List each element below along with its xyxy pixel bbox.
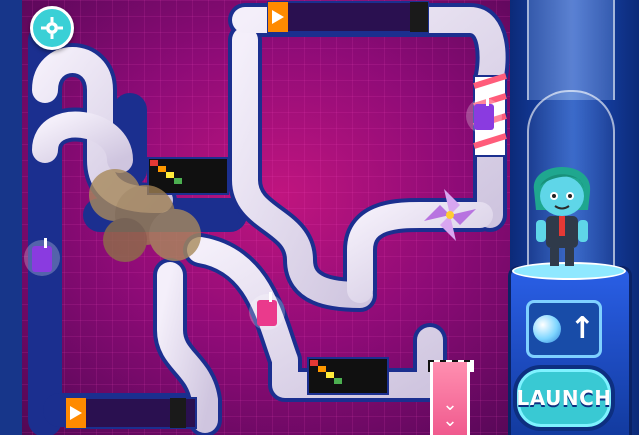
bubble-icon xyxy=(533,315,562,343)
launch-tube-top xyxy=(527,0,615,100)
color-ladder-top xyxy=(147,157,229,195)
character-avatar xyxy=(533,167,591,266)
hazard-stripe-bottom xyxy=(170,398,186,428)
launch-label: LAUNCH xyxy=(516,386,612,410)
game-stage: ↑ LAUNCH ⌄ ⌄ xyxy=(0,0,639,435)
booster-button[interactable]: ↑ xyxy=(526,300,602,358)
double-chevron-down-icon: ⌄ ⌄ xyxy=(442,394,458,431)
color-ladder-bottom xyxy=(307,357,389,395)
exit-chute: ⌄ ⌄ xyxy=(430,362,470,435)
launch-button[interactable]: LAUNCH xyxy=(513,365,615,431)
gear-icon xyxy=(41,17,63,39)
arrow-up-icon: ↑ xyxy=(569,311,595,346)
top-track xyxy=(267,1,429,33)
hazard-stripe-top xyxy=(410,2,428,32)
pinwheel-fan[interactable] xyxy=(424,189,476,241)
settings-button[interactable] xyxy=(30,6,74,50)
